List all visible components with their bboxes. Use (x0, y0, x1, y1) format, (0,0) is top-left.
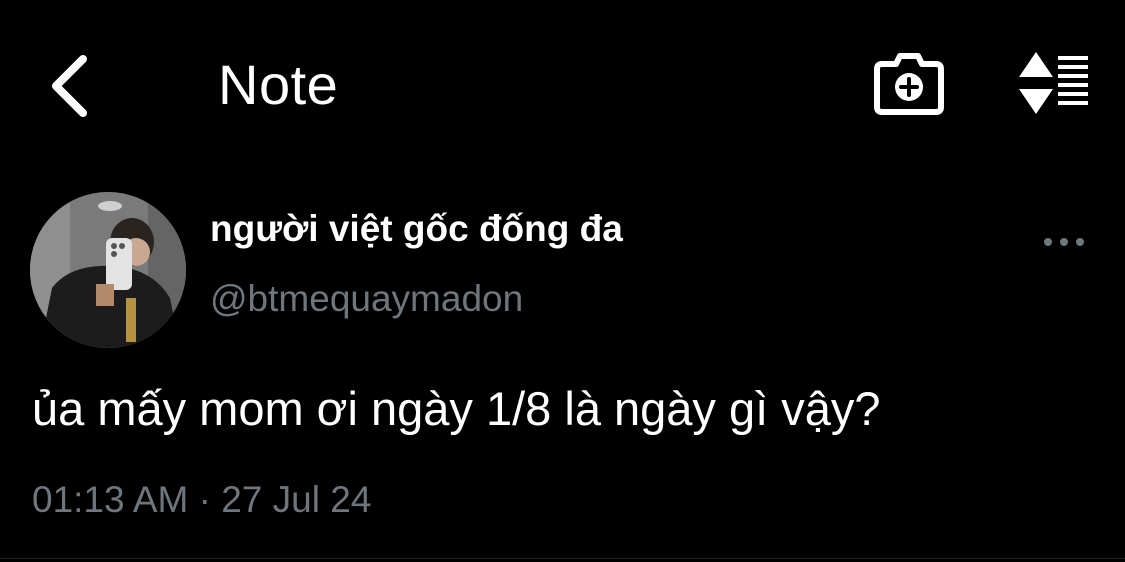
post-timestamp: 01:13 AM · 27 Jul 24 (32, 476, 371, 524)
camera-button[interactable] (872, 52, 946, 118)
profile-photo (30, 192, 186, 348)
camera-add-icon (874, 53, 944, 115)
sort-button[interactable] (1008, 50, 1098, 116)
timestamp-separator: · (198, 479, 211, 520)
display-name[interactable]: người việt gốc đống đa (210, 206, 623, 252)
more-horizontal-icon (1044, 238, 1084, 246)
post-date: 27 Jul 24 (221, 479, 372, 520)
avatar[interactable] (30, 192, 186, 348)
user-handle[interactable]: @btmequaymadon (210, 276, 523, 322)
post-text: ủa mấy mom ơi ngày 1/8 là ngày gì vậy? (32, 382, 881, 435)
back-button[interactable] (34, 46, 104, 126)
top-bar: Note (0, 0, 1125, 170)
chevron-left-icon (52, 55, 87, 117)
more-options-button[interactable] (1036, 224, 1092, 260)
post-time: 01:13 AM (32, 479, 189, 520)
page-title: Note (218, 53, 339, 116)
sort-list-icon (1019, 52, 1088, 114)
divider (0, 558, 1125, 559)
